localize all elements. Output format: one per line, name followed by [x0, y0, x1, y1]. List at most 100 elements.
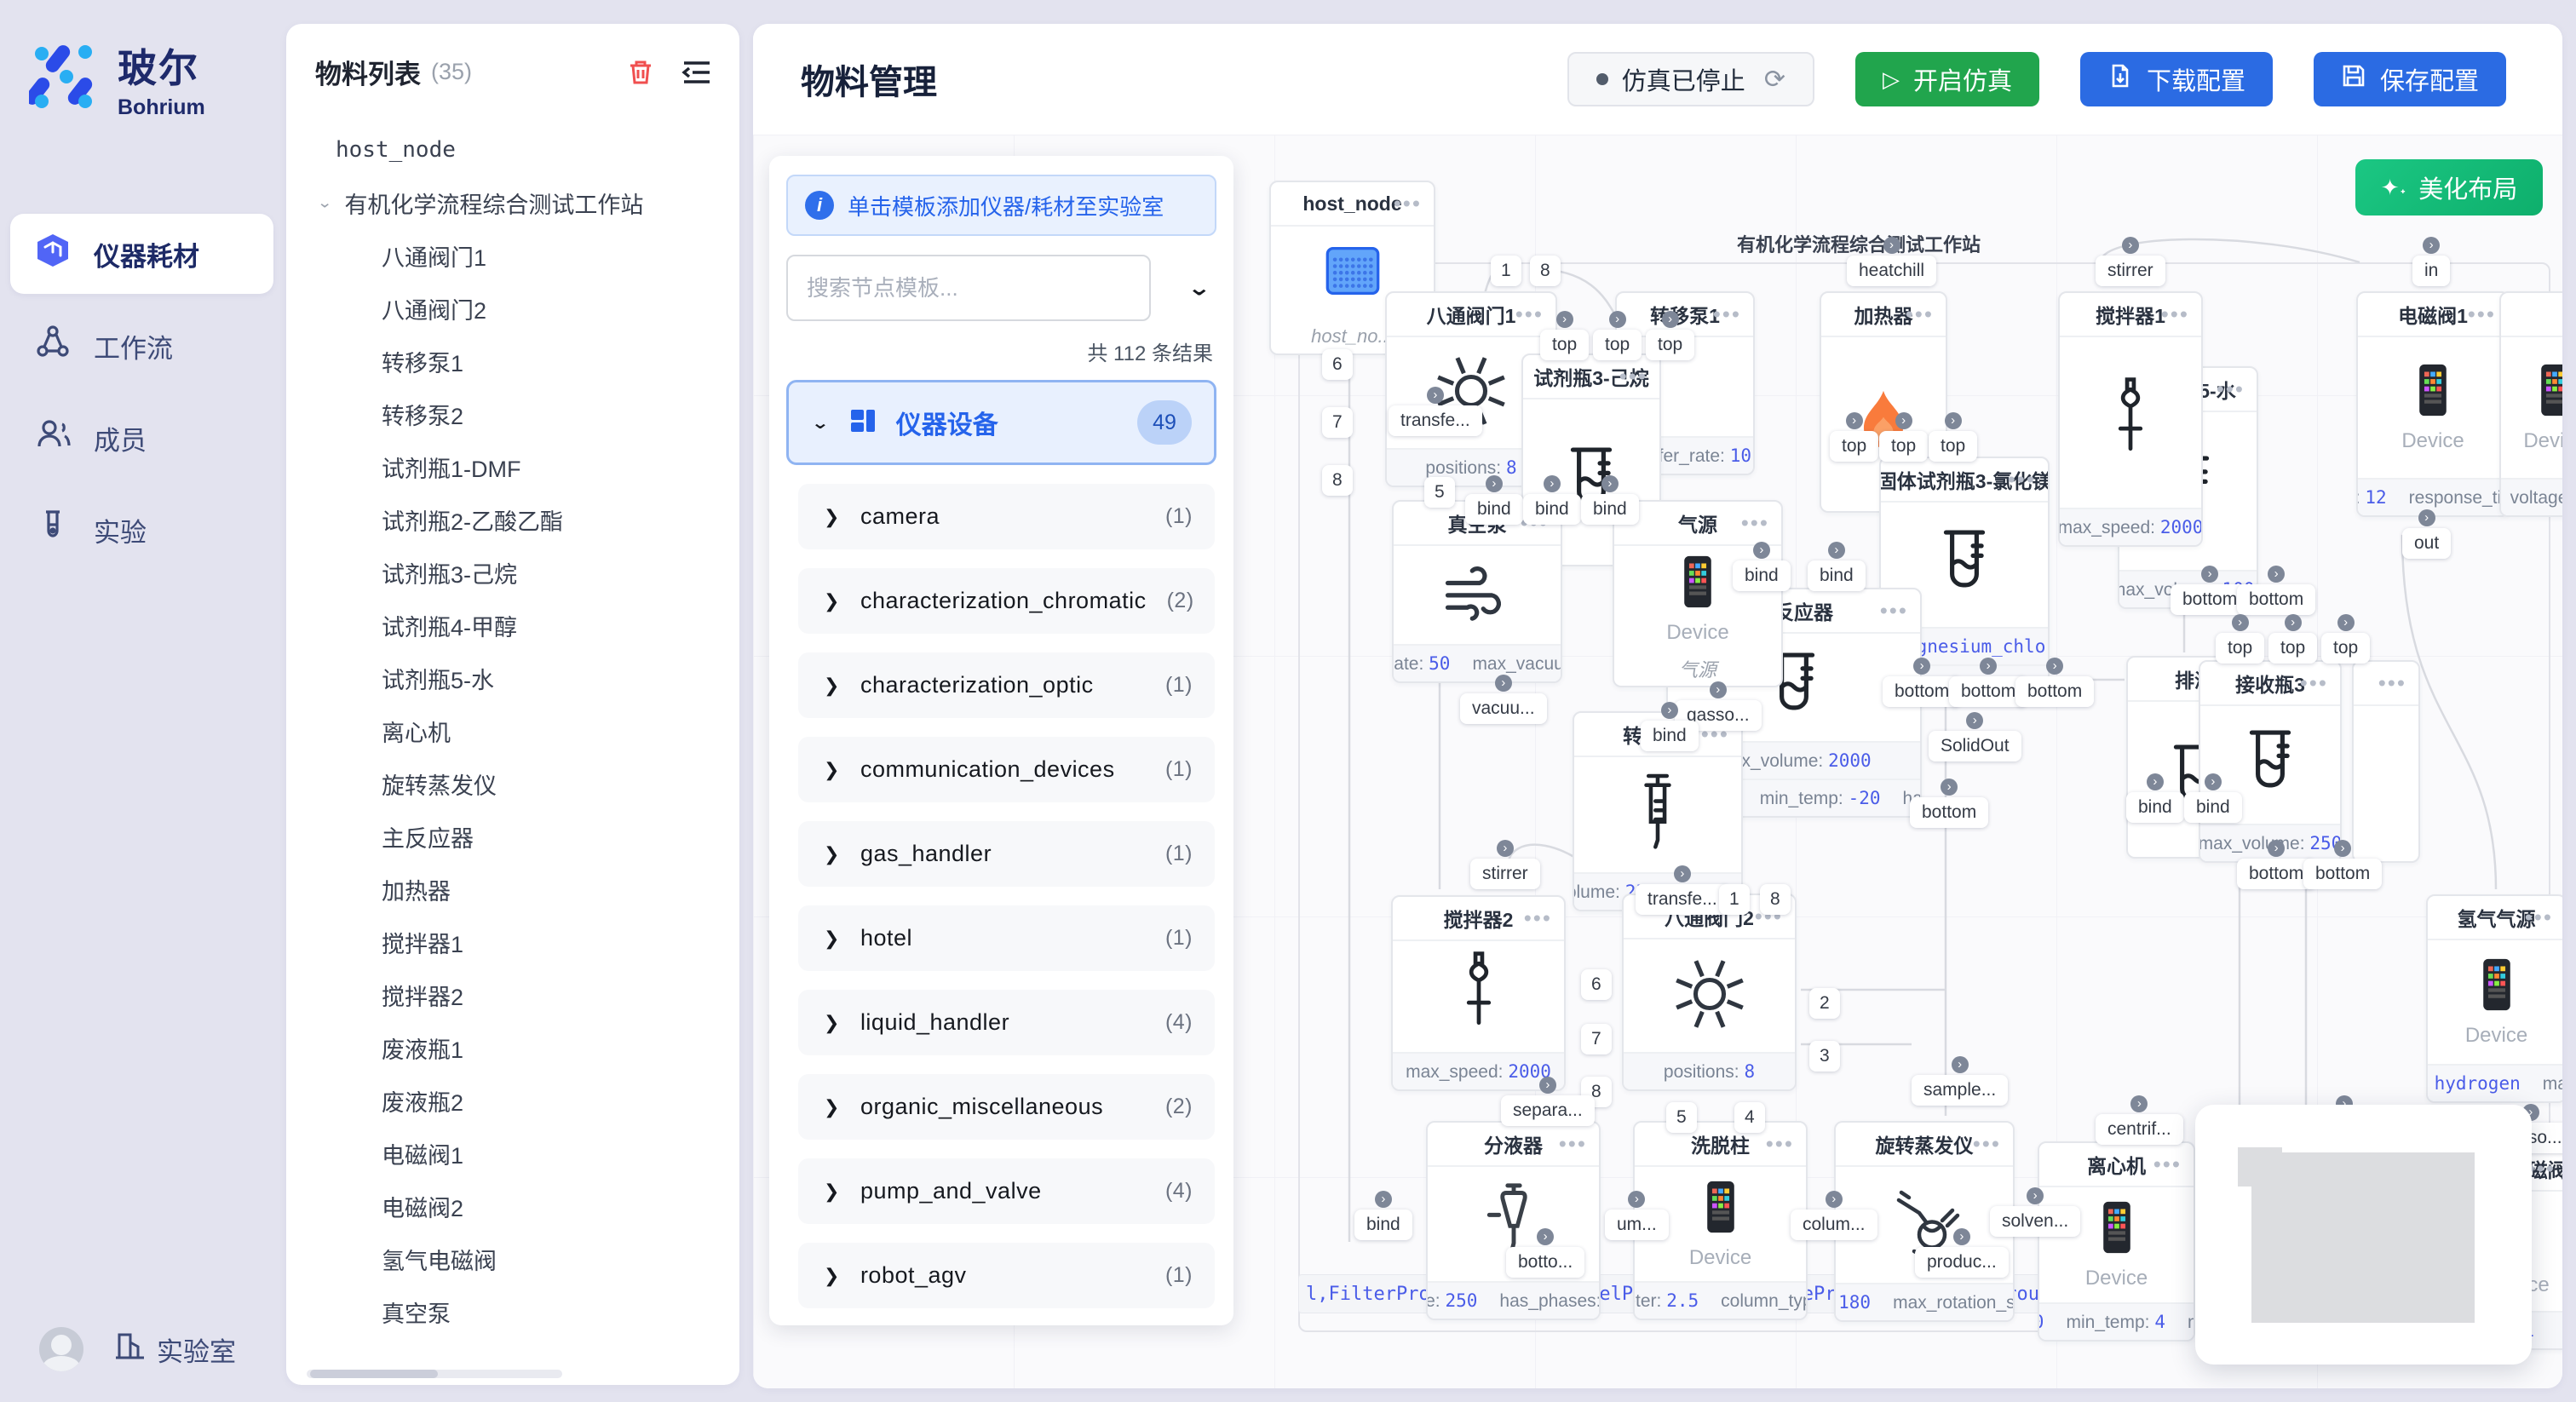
canvas-node-untitled-9[interactable]: •••Devicevoltage: 12: [2499, 291, 2562, 517]
canvas-node-接收瓶3[interactable]: 接收瓶3•••max_volume: 250: [2199, 660, 2342, 863]
tree-item-12[interactable]: 加热器: [305, 863, 731, 916]
tree-item-6[interactable]: 试剂瓶3-己烷: [305, 546, 731, 599]
node-menu-icon[interactable]: •••: [2378, 670, 2406, 697]
building-icon: [112, 1329, 147, 1370]
chevron-right-icon: ❯: [824, 506, 840, 528]
horizontal-scrollbar[interactable]: [307, 1370, 562, 1378]
avatar[interactable]: [39, 1327, 83, 1371]
port-chip-bind: bind: [1641, 721, 1699, 751]
search-template-input[interactable]: [786, 255, 1151, 321]
tree-item-19[interactable]: 氢气电磁阀: [305, 1232, 731, 1285]
collapse-list-icon[interactable]: [680, 55, 714, 89]
sidebar-item-lab[interactable]: 实验室: [112, 1329, 236, 1370]
trash-icon[interactable]: [624, 55, 658, 89]
node-menu-icon[interactable]: •••: [1973, 1131, 2001, 1158]
beautify-layout-button[interactable]: ✦˖ 美化布局: [2355, 159, 2543, 215]
port-chip-7: 7: [1581, 1024, 1612, 1054]
tree-item-10[interactable]: 旋转蒸发仪: [305, 757, 731, 810]
syringe-icon: [1621, 767, 1694, 863]
canvas-node-八通阀门2[interactable]: 八通阀门2•••positions: 8: [1622, 893, 1797, 1091]
tree-item-14[interactable]: 搅拌器2: [305, 968, 731, 1021]
port-chip-top: top: [1929, 431, 1977, 462]
tree-item-18[interactable]: 电磁阀2: [305, 1180, 731, 1232]
sidebar-item-1[interactable]: 工作流: [10, 306, 273, 386]
canvas-node-离心机[interactable]: 离心机•••Devicetemp: 40min_temp: 4max_spe: [2038, 1141, 2195, 1342]
category-instruments[interactable]: ⌄ 仪器设备 49: [786, 380, 1216, 465]
download-icon: [2107, 63, 2133, 95]
tree-item-17[interactable]: 电磁阀1: [305, 1127, 731, 1180]
node-menu-icon[interactable]: •••: [2468, 302, 2496, 328]
category-liquid_handler[interactable]: ❯liquid_handler(4): [798, 990, 1215, 1055]
category-camera[interactable]: ❯camera(1): [798, 484, 1215, 549]
tree-item-1[interactable]: 八通阀门2: [305, 282, 731, 335]
port-chip-top: top: [2268, 633, 2317, 664]
node-menu-icon[interactable]: •••: [1880, 598, 1908, 624]
node-menu-icon[interactable]: •••: [1741, 510, 1769, 537]
node-menu-icon[interactable]: •••: [1524, 905, 1552, 932]
chevron-right-icon: ❯: [824, 1181, 840, 1203]
canvas-node-真空泵[interactable]: 真空泵•••pump_rate: 50max_vacuum: 0.1: [1392, 500, 1562, 683]
port-chip-colum: colum...: [1791, 1210, 1877, 1240]
tree-item-4[interactable]: 试剂瓶1-DMF: [305, 440, 731, 493]
node-menu-icon[interactable]: •••: [1713, 302, 1741, 328]
canvas-node-电磁阀1[interactable]: 电磁阀1•••Devicevoltage: 12response_time: 0…: [2356, 291, 2510, 517]
canvas-node-untitled-16[interactable]: •••: [2352, 660, 2420, 863]
tree-root[interactable]: host_node: [305, 124, 731, 176]
port-chip-in: in: [2412, 256, 2450, 286]
canvas-node-搅拌器2[interactable]: 搅拌器2•••max_speed: 2000: [1391, 895, 1566, 1091]
tree-item-0[interactable]: 八通阀门1: [305, 229, 731, 282]
node-menu-icon[interactable]: •••: [2217, 376, 2245, 403]
port-chip-produc: produc...: [1915, 1247, 2009, 1278]
sidebar-item-2[interactable]: 成员: [10, 398, 273, 478]
node-menu-icon[interactable]: •••: [2525, 905, 2553, 931]
logo: 玻尔 Bohrium: [0, 0, 284, 120]
tree-item-9[interactable]: 离心机: [305, 704, 731, 757]
tree-group[interactable]: ⌄有机化学流程综合测试工作站: [305, 176, 731, 229]
tree-item-2[interactable]: 转移泵1: [305, 335, 731, 388]
category-organic_miscellaneous[interactable]: ❯organic_miscellaneous(2): [798, 1074, 1215, 1140]
port-chip-botto: botto...: [1506, 1247, 1584, 1278]
tree-item-13[interactable]: 搅拌器1: [305, 916, 731, 968]
sim-status-pill[interactable]: 仿真已停止 ⟳: [1567, 52, 1814, 106]
category-characterization_optic[interactable]: ❯characterization_optic(1): [798, 652, 1215, 718]
canvas-node-气源[interactable]: 气源•••Device气源: [1613, 500, 1783, 687]
sidebar-item-3[interactable]: 实验: [10, 490, 273, 570]
node-menu-icon[interactable]: •••: [1394, 191, 1422, 217]
tree-item-20[interactable]: 真空泵: [305, 1285, 731, 1338]
tree-item-3[interactable]: 转移泵2: [305, 388, 731, 440]
node-menu-icon[interactable]: •••: [1559, 1131, 1587, 1158]
start-simulation-button[interactable]: ▷ 开启仿真: [1855, 52, 2039, 106]
panel-collapse-chevron-icon[interactable]: ⌄: [1187, 275, 1217, 301]
refresh-icon[interactable]: ⟳: [1764, 65, 1785, 95]
category-communication_devices[interactable]: ❯communication_devices(1): [798, 737, 1215, 802]
category-pump_and_valve[interactable]: ❯pump_and_valve(4): [798, 1158, 1215, 1224]
save-config-button[interactable]: 保存配置: [2314, 52, 2506, 106]
node-menu-icon[interactable]: •••: [1766, 1131, 1794, 1158]
category-gas_handler[interactable]: ❯gas_handler(1): [798, 821, 1215, 887]
canvas-node-氢气气源[interactable]: 氢气气源•••Device_type: hydrogenmax_pre: [2426, 894, 2562, 1103]
node-menu-icon[interactable]: •••: [1515, 302, 1544, 328]
node-menu-icon[interactable]: •••: [1906, 302, 1934, 328]
node-menu-icon[interactable]: •••: [2153, 1152, 2182, 1178]
canvas-node-分液器[interactable]: 分液器•••volume: 250has_phases: true: [1426, 1121, 1601, 1320]
category-characterization_chromatic[interactable]: ❯characterization_chromatic(2): [798, 568, 1215, 634]
sidebar-item-0[interactable]: 仪器耗材: [10, 214, 273, 294]
tree-item-16[interactable]: 废液瓶2: [305, 1074, 731, 1127]
tree-item-11[interactable]: 主反应器: [305, 810, 731, 863]
download-config-button[interactable]: 下载配置: [2080, 52, 2273, 106]
tree-item-8[interactable]: 试剂瓶5-水: [305, 652, 731, 704]
tree-item-5[interactable]: 试剂瓶2-乙酸乙酯: [305, 493, 731, 546]
tree-item-7[interactable]: 试剂瓶4-甲醇: [305, 599, 731, 652]
tree-item-15[interactable]: 废液瓶1: [305, 1021, 731, 1074]
node-menu-icon[interactable]: •••: [2161, 302, 2189, 328]
node-menu-icon[interactable]: •••: [2300, 670, 2328, 697]
category-hotel[interactable]: ❯hotel(1): [798, 905, 1215, 971]
workflow-icon: [34, 324, 72, 368]
node-menu-icon[interactable]: •••: [1619, 364, 1647, 390]
canvas-node-搅拌器1[interactable]: 搅拌器1•••max_speed: 2000: [2058, 291, 2203, 547]
category-robot_agv[interactable]: ❯robot_agv(1): [798, 1243, 1215, 1308]
category-list: ❯camera(1) ❯characterization_chromatic(2)…: [786, 484, 1216, 1308]
port-chip-bind: bind: [1808, 560, 1866, 591]
port-chip-top: top: [2216, 633, 2264, 664]
node-menu-icon[interactable]: •••: [2008, 467, 2036, 493]
